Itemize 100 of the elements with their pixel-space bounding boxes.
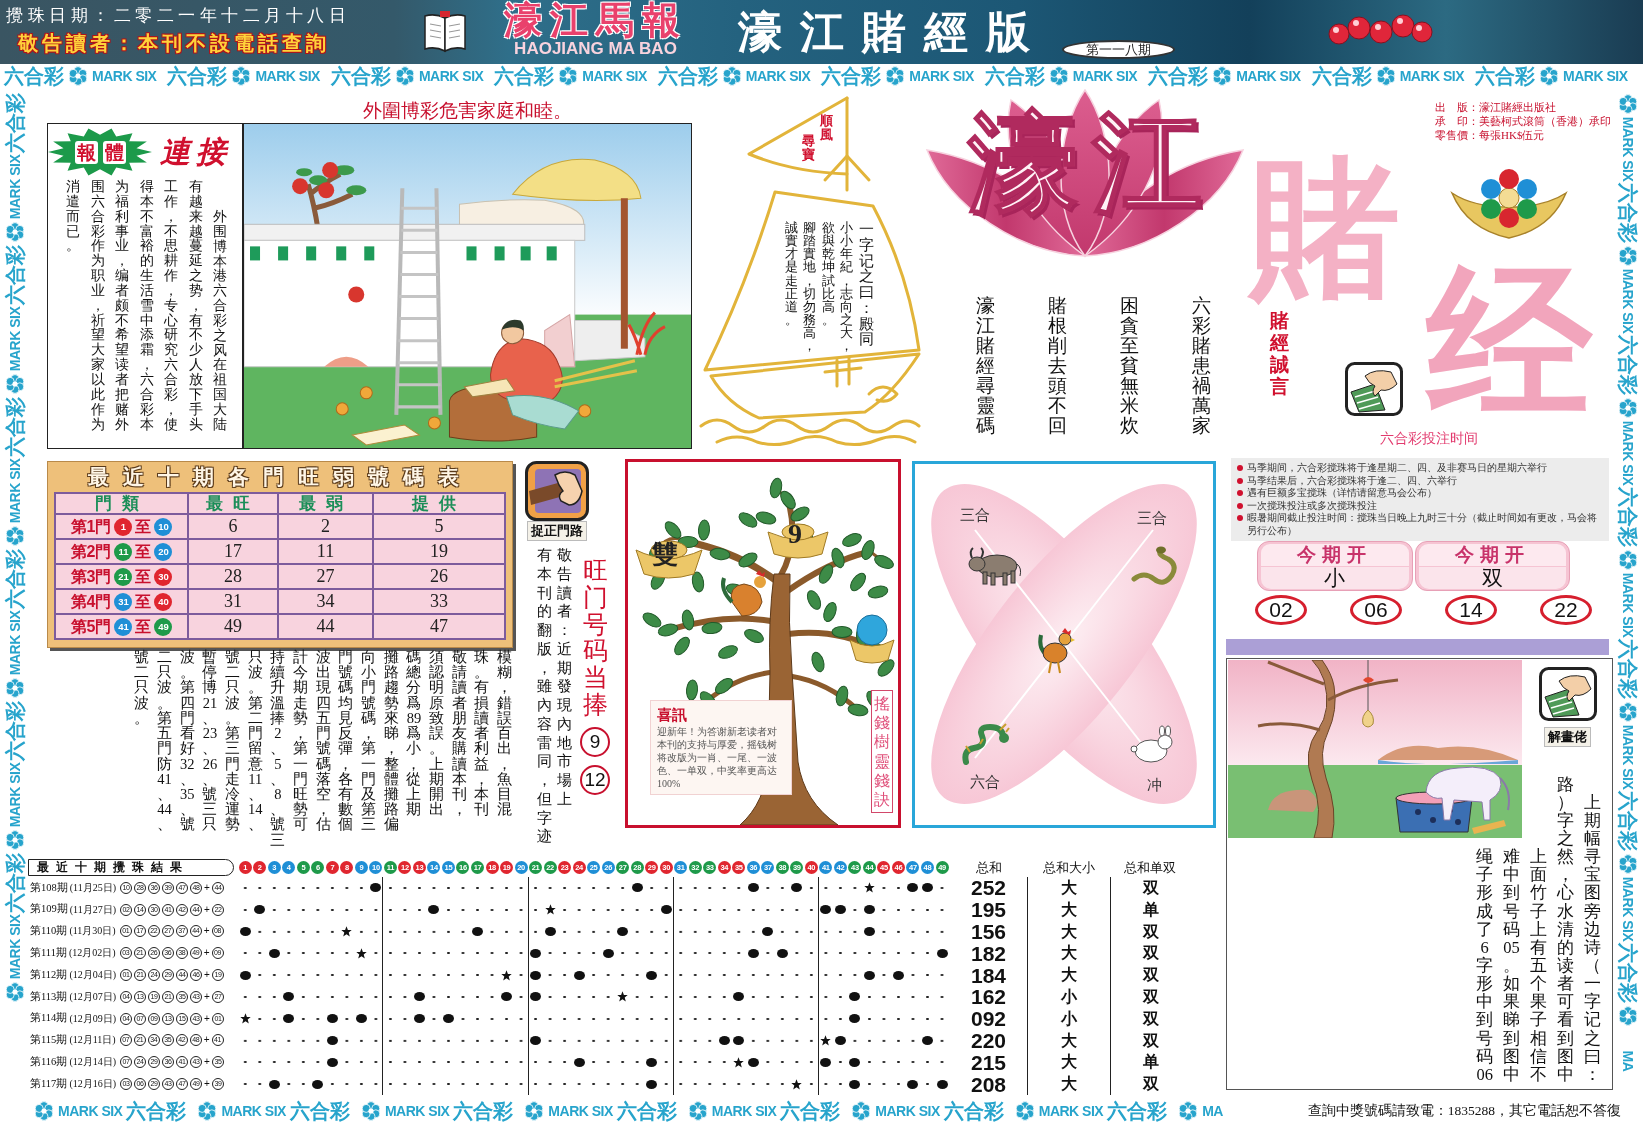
table-cell: 31 (188, 589, 278, 614)
schedule-text: 一次搅珠投注或多次搅珠投注 (1247, 499, 1377, 512)
table-cell: 2 (278, 514, 373, 539)
range-word: 至 (135, 517, 152, 536)
ribbon-text: 六合彩 (167, 66, 228, 86)
ribbon-text: MARK SIX (1563, 69, 1628, 83)
star-marker-icon (617, 991, 629, 1003)
ball-marker-icon (413, 1014, 425, 1024)
ribbon-text: MARK SIX (582, 69, 647, 83)
ball-marker-icon (617, 927, 629, 936)
ball-marker-icon (646, 970, 658, 980)
ball-marker-icon (326, 1057, 338, 1067)
flower-icon (5, 982, 25, 1002)
ball-marker-icon (530, 992, 542, 1002)
ox-icon (967, 546, 1023, 586)
ball-marker-icon (283, 992, 295, 1002)
ball-marker-icon (747, 948, 759, 958)
date-label: (12月14日) (69, 1056, 117, 1069)
badge-text: 體 (102, 140, 126, 164)
parity-value: 双 (1110, 942, 1190, 965)
flower-icon (1618, 550, 1638, 570)
column-header: 总和大小 (1041, 859, 1096, 876)
ribbon-text: 六合彩 (330, 66, 391, 86)
issue-label: 第116期 (30, 1055, 68, 1069)
number-ball: 30 (154, 567, 173, 586)
ball-marker-icon (660, 905, 672, 915)
sum-value: 162 (969, 986, 1007, 1008)
paper-title: 濠江馬報 (503, 0, 688, 40)
ball-marker-icon (907, 883, 919, 893)
notice-text: 敬告讀者：本刊不設電話查詢 (18, 31, 330, 55)
sail-text-column: 小小年紀，志向之大， (839, 222, 854, 354)
article-text-column: 有越来越蔓延之势，有不少人放下手头 (187, 180, 204, 433)
date-label: (12月09日) (69, 1012, 117, 1025)
ribbon-text: MA (1621, 1050, 1635, 1072)
notice-text-column: 珠。有損讀者利益，本刊 (473, 650, 491, 848)
ball-marker-icon (747, 1057, 759, 1067)
ribbon-text: 六合彩 (1618, 335, 1638, 395)
flag-text: 尋寶 (801, 134, 816, 163)
notice-text-column: 只波。第二門留意11、14、 (246, 650, 264, 848)
ball-marker-icon (530, 948, 542, 958)
star-marker-icon (820, 1034, 832, 1046)
gate-label: 第5門 (70, 617, 112, 636)
column-header: 門類 (55, 493, 188, 514)
range-word: 至 (135, 542, 152, 561)
ball-marker-icon (355, 1014, 367, 1024)
ball-marker-icon (254, 905, 266, 915)
ribbon-text: 六合彩 (126, 1101, 187, 1121)
card-value: 双 (1418, 567, 1566, 589)
ribbon-text: MARK SIX (418, 69, 484, 83)
ribbon-text: MARK SIX (92, 69, 157, 83)
ribbon-text: MARK SIX (1236, 69, 1301, 83)
ball-marker-icon (849, 1057, 861, 1067)
ball-marker-icon (239, 970, 251, 980)
notice-text-column: 暫停博21、23、26、號三只 (201, 650, 219, 848)
ribbon-text: MARK SIX (875, 1104, 940, 1118)
ribbon-text: MARK SIX (8, 154, 22, 220)
motto-text: 賭經誠言 (1269, 310, 1291, 398)
ball-marker-icon (442, 1014, 454, 1024)
table-title: 最近十期各門旺弱號碼表 (86, 464, 474, 491)
sum-value: 195 (969, 899, 1007, 921)
flower-icon (5, 678, 25, 698)
notice-text-column: 敬告讀者：近期發現內地市場上 (556, 546, 572, 809)
number-ball: 40 (154, 592, 173, 611)
ribbon-text: MARK SIX (1399, 69, 1465, 83)
riddle-text-column: 路）字之然，心水清的读者可看到图中 (1556, 775, 1576, 1084)
table-cell: 49 (188, 614, 278, 639)
ball-marker-icon (428, 905, 440, 915)
gate-label: 第4門 (70, 592, 112, 611)
ribbon-text: 六合彩 (1618, 183, 1638, 243)
notice-text-column: 須認明原致誤。上期開出 (428, 650, 445, 848)
ribbon-text: MARK SIX (8, 306, 22, 372)
ribbon-text: 六合彩 (943, 1101, 1004, 1121)
plus-sign: + (204, 1012, 210, 1025)
star-marker-icon (355, 947, 367, 959)
star-marker-icon (544, 904, 556, 916)
size-value: 大 (1027, 942, 1110, 965)
ribbon-text: MARK SIX (8, 610, 22, 676)
plus-sign: + (204, 969, 210, 982)
plus-sign: + (203, 1034, 210, 1047)
table-cell: 26 (373, 564, 505, 589)
notice-text-column: 有本刊的翻版，雖內容雷同，但字迹 (536, 546, 553, 846)
ribbon-text: 六合彩 (1107, 1101, 1168, 1121)
sail-text-column: 誠實才是走正道。 (784, 222, 799, 327)
column-header: 总和 (974, 859, 1003, 876)
bullet-icon (1237, 502, 1243, 509)
flag-text: 順風 (819, 114, 834, 143)
riddle-text-column: 绳子形成了6字形中到号码06 (1475, 848, 1495, 1084)
notice-text-column: 號二只波。第三門走冷運勢 (224, 650, 241, 848)
ribbon-text: 六合彩 (4, 66, 64, 86)
issue-label: 第114期 (30, 1012, 68, 1025)
schedule-text: 马季结果后，六合彩搅珠将于逢二、四、六举行 (1247, 474, 1457, 487)
ingot-tag: 9 (788, 520, 802, 548)
ball-marker-icon (863, 970, 875, 980)
issue-label: 第113期 (30, 990, 68, 1004)
hand-writing-icon (1538, 667, 1597, 721)
date-label: (11月25日) (69, 881, 117, 894)
ball-marker-icon (936, 948, 948, 958)
column-header: 提供 (373, 493, 505, 514)
riddle-text-column: 上期幅寻宝图旁边诗（一字记之曰： (1583, 793, 1602, 1084)
flower-icon (1618, 398, 1638, 418)
